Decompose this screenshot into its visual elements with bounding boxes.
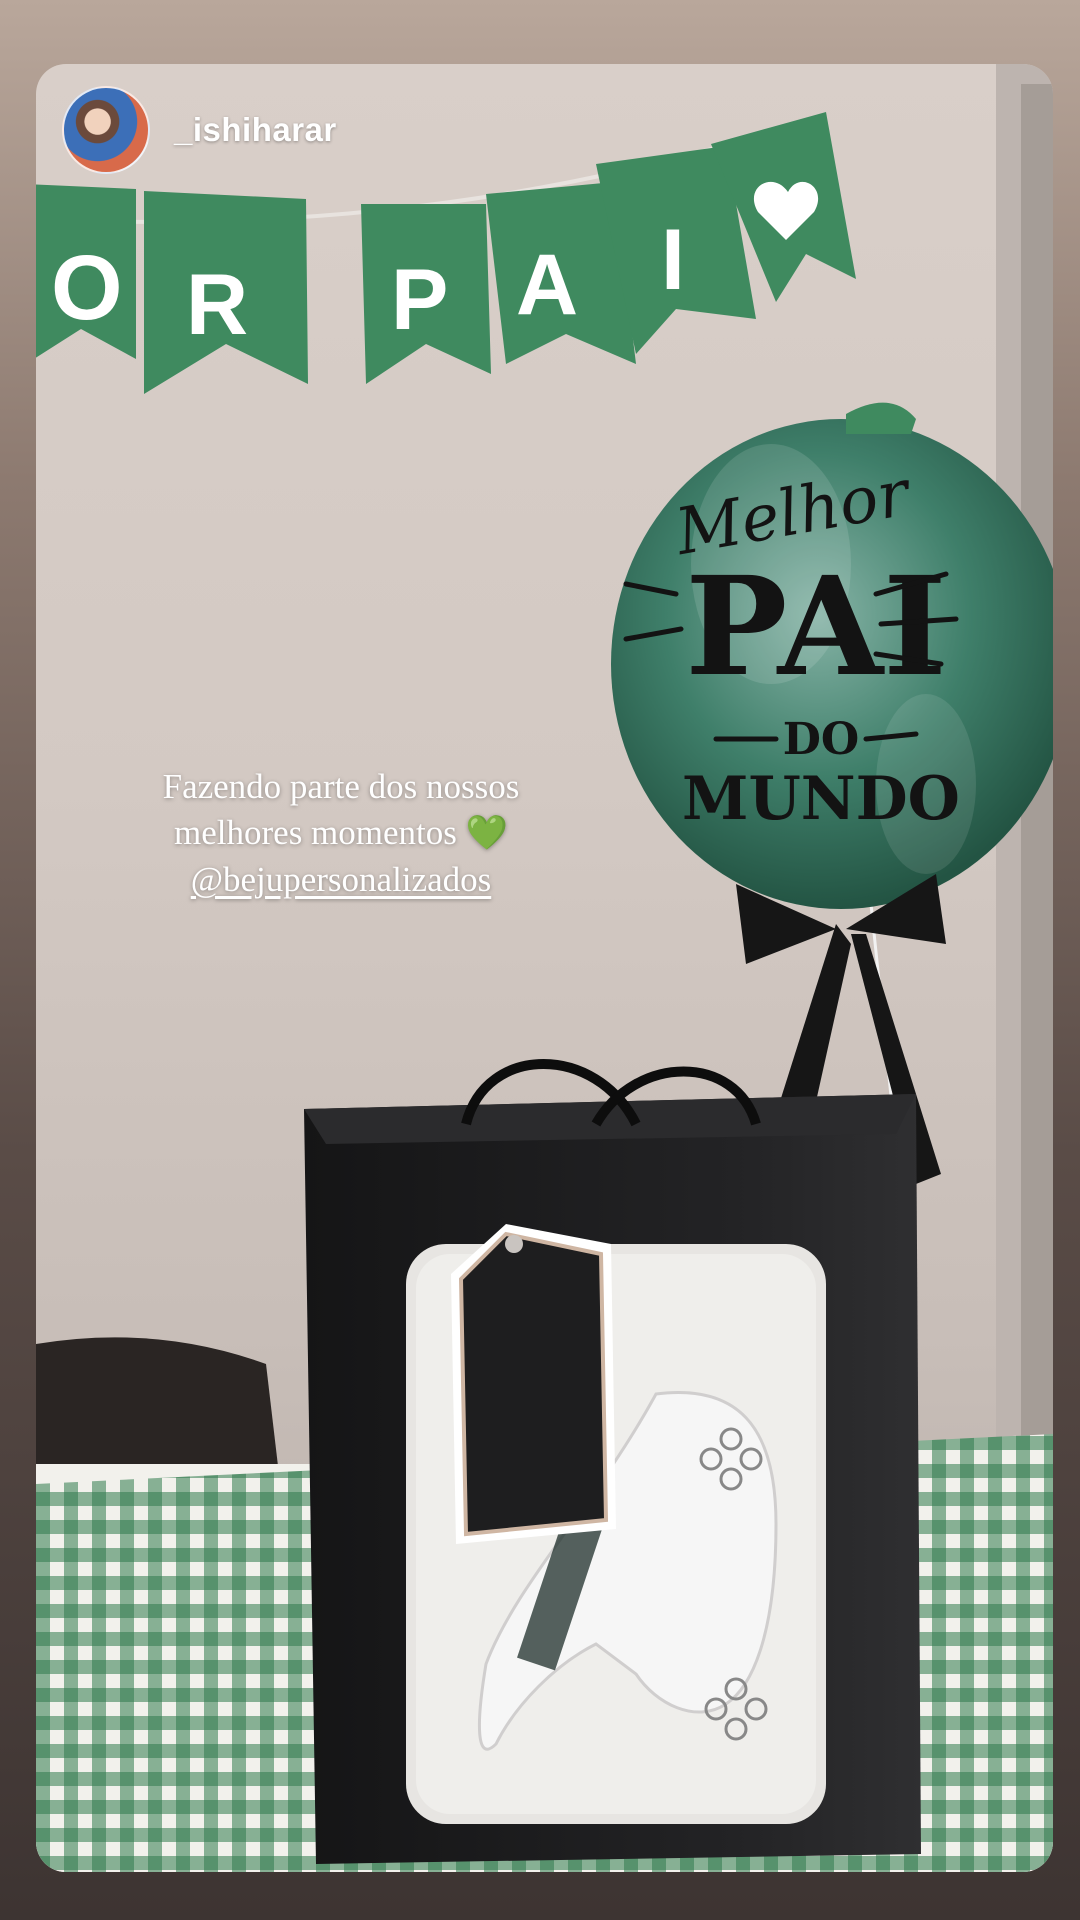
avatar[interactable] xyxy=(62,86,150,174)
story-photo: O R P A I Melhor PAI DO MUNDO xyxy=(36,64,1053,1872)
caption-line-2: melhores momentos 💚 xyxy=(96,810,586,857)
username[interactable]: _ishiharar xyxy=(174,111,337,149)
banner-letter-a: A xyxy=(516,237,578,333)
caption-line-1: Fazendo parte dos nossos xyxy=(162,767,520,806)
mention-link[interactable]: @bejupersonalizados xyxy=(96,857,586,903)
banner-letter-p: P xyxy=(391,252,448,348)
gift-tag xyxy=(451,1224,616,1544)
balloon-text-pai: PAI xyxy=(685,547,947,707)
balloon-text-do: DO xyxy=(783,714,859,765)
banner-letter-i: I xyxy=(661,212,685,308)
banner-letter-r: R xyxy=(186,257,248,353)
story-header: _ishiharar xyxy=(62,86,337,174)
green-heart-icon: 💚 xyxy=(465,815,508,852)
story-frame[interactable]: O R P A I Melhor PAI DO MUNDO _ishiharar… xyxy=(36,64,1053,1872)
caption-line-2-text: melhores momentos xyxy=(174,813,457,852)
banner-letter-o: O xyxy=(51,237,123,339)
balloon-text-mundo: MUNDO xyxy=(682,764,960,834)
story-caption: Fazendo parte dos nossos melhores moment… xyxy=(96,764,586,903)
